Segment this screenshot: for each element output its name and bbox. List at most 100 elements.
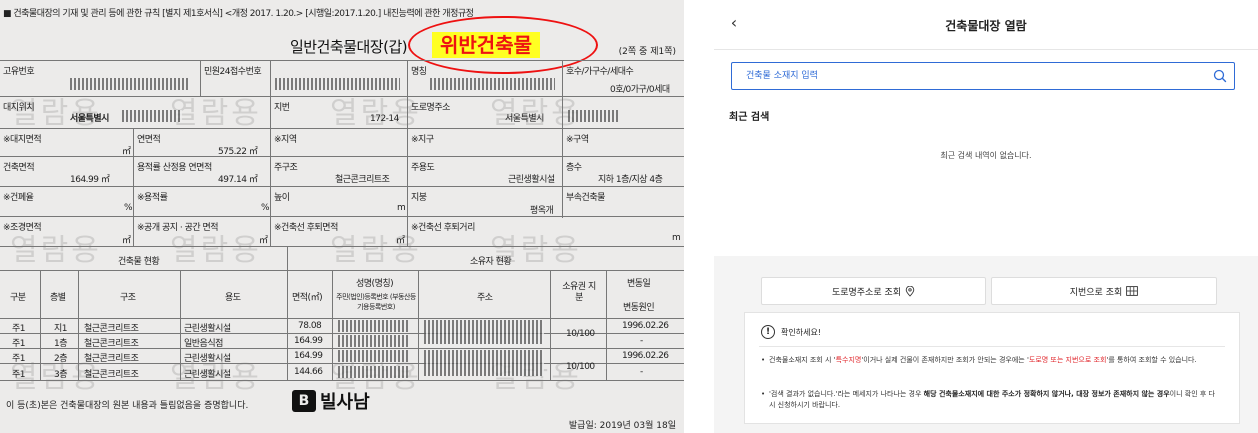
top-bar: ‹ 건축물대장 열람 <box>714 0 1258 50</box>
label-far: ※용적률 <box>137 193 168 203</box>
label-civil-no: 민원24접수번호 <box>204 67 262 77</box>
label-road-address: 도로명주소 <box>411 103 450 113</box>
row-date: - <box>640 336 643 346</box>
landscape-unit: ㎡ <box>122 236 131 246</box>
watermark: 열람용 <box>330 96 422 131</box>
notice-header: ! 확인하세요! <box>761 325 821 339</box>
page-count: (2쪽 중 제1쪽) <box>618 47 676 57</box>
redacted-value <box>275 78 400 90</box>
label-roof: 지붕 <box>411 193 427 203</box>
label-main-use: 주용도 <box>411 163 435 173</box>
row-share: 10/100 <box>566 329 595 339</box>
col-change-reason: 변동원인 <box>623 303 655 313</box>
table-rule <box>0 156 684 157</box>
col-address: 주소 <box>477 293 493 303</box>
recent-search-title: 최근 검색 <box>729 112 770 123</box>
table-rule <box>550 270 551 380</box>
label-unique-no: 고유번호 <box>3 67 35 77</box>
redacted-value <box>338 366 408 378</box>
table-rule <box>0 380 684 381</box>
table-rule <box>562 60 563 218</box>
row-type: 주1 <box>12 354 26 364</box>
col-area: 면적(㎡) <box>292 293 323 303</box>
label-public-space: ※공개 공지 · 공간 면적 <box>137 223 219 233</box>
table-rule <box>0 216 684 217</box>
certification-text: 이 등(초)본은 건축물대장의 원본 내용과 틀림없음을 증명합니다. <box>6 401 249 411</box>
brand-mark-icon: B <box>292 390 316 412</box>
label-setback-area: ※건축선 후퇴면적 <box>274 223 338 233</box>
lot-no-value: 172-14 <box>370 114 399 124</box>
lot-number-search-label: 지번으로 조회 <box>1069 287 1123 298</box>
table-rule <box>133 128 134 246</box>
row-type: 주1 <box>12 339 26 349</box>
search-icon[interactable] <box>1212 68 1228 84</box>
label-setback-dist: ※건축선 후퇴거리 <box>411 223 475 233</box>
table-rule <box>78 270 79 380</box>
col-reg-no: 주민(법인)등록번호 (부동산등기용등록번호) <box>336 293 416 311</box>
road-address-search-label: 도로명주소로 조회 <box>831 287 902 298</box>
building-register-document: ■ 건축물대장의 기재 및 관리 등에 관한 규칙 [별지 제1호서식] <개정… <box>0 0 684 433</box>
notice-box: ! 확인하세요! 건축물소재지 조회 시 '특수지명'이거나 실제 건물이 존재… <box>744 312 1240 424</box>
households-value: 0호/0가구/0세대 <box>610 85 670 95</box>
table-rule <box>270 60 271 246</box>
table-rule <box>0 318 684 319</box>
col-type: 구분 <box>10 293 26 303</box>
row-structure: 철근콘크리트조 <box>84 370 139 380</box>
label-main-structure: 주구조 <box>274 163 298 173</box>
table-rule <box>200 60 201 96</box>
road-address-value: 서울특별시 <box>505 114 544 124</box>
row-structure: 철근콘크리트조 <box>84 324 139 334</box>
ratio-area-value: 497.14 ㎡ <box>218 175 258 185</box>
row-structure: 철근콘크리트조 <box>84 339 139 349</box>
setback-area-unit: ㎡ <box>396 236 405 246</box>
row-use: 일반음식점 <box>184 339 223 349</box>
col-structure: 구조 <box>120 293 136 303</box>
label-annex: 부속건축물 <box>566 193 605 203</box>
table-rule <box>0 60 684 61</box>
col-share: 소유권 지분 <box>562 282 596 303</box>
redacted-value <box>424 350 544 376</box>
redacted-value <box>122 110 182 122</box>
watermark: 열람용 <box>170 96 262 131</box>
road-address-search-button[interactable]: 도로명주소로 조회 <box>761 277 986 305</box>
notice-title: 확인하세요! <box>781 327 822 337</box>
search-box <box>731 62 1235 90</box>
site-location-value: 서울특별시 <box>70 114 109 124</box>
col-floor: 층별 <box>50 293 66 303</box>
redacted-value <box>424 320 544 344</box>
search-input[interactable] <box>732 63 1202 89</box>
label-building-area: 건축면적 <box>3 163 35 173</box>
row-date: 1996.02.26 <box>622 321 669 331</box>
table-rule <box>332 270 333 380</box>
building-area-value: 164.99 ㎡ <box>70 175 110 185</box>
row-use: 근린생활시설 <box>184 324 231 334</box>
label-name: 명칭 <box>411 67 427 77</box>
floors-value: 지하 1층/지상 4층 <box>598 175 663 185</box>
lot-number-search-button[interactable]: 지번으로 조회 <box>991 277 1217 305</box>
notice-divider <box>759 346 1225 347</box>
label-height: 높이 <box>274 193 290 203</box>
redacted-value <box>338 350 408 362</box>
owner-status-heading: 소유자 현황 <box>470 257 512 267</box>
table-rule <box>0 270 684 271</box>
row-date: 1996.02.26 <box>622 351 669 361</box>
total-area-value: 575.22 ㎡ <box>218 147 258 157</box>
table-rule <box>287 246 288 380</box>
brand-logo: B 빌사남 <box>292 388 370 414</box>
table-rule <box>0 128 684 129</box>
register-view-panel: ‹ 건축물대장 열람 최근 검색 최근 검색 내역이 없습니다. 도로명주소로 … <box>714 0 1258 433</box>
row-area: 164.99 <box>294 351 323 361</box>
label-district: ※지구 <box>411 135 434 145</box>
row-floor: 지1 <box>54 324 68 334</box>
label-landscape: ※조경면적 <box>3 223 42 233</box>
table-rule <box>418 270 419 380</box>
row-area: 144.66 <box>294 367 323 377</box>
exclamation-circle-icon: ! <box>761 325 775 339</box>
label-households: 호수/가구수/세대수 <box>566 67 634 77</box>
setback-dist-unit: m <box>672 233 681 243</box>
col-change-date: 변동일 <box>627 279 651 289</box>
violation-stamp: 위반건축물 <box>432 32 540 58</box>
redacted-value <box>338 320 408 332</box>
row-type: 주1 <box>12 324 26 334</box>
main-use-value: 근린생활시설 <box>508 175 555 185</box>
